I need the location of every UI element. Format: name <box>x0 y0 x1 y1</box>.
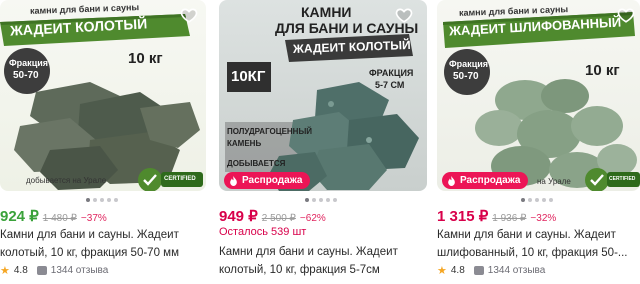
rating-value: 4.8 <box>13 265 28 276</box>
product-image[interactable]: камни для бани и сауны ЖАДЕИТ КОЛОТЫЙ Фр… <box>0 0 206 191</box>
image-fraction-value: 5-7 СМ <box>375 80 405 90</box>
old-price: 1 480 ₽ <box>42 213 77 224</box>
pagination-dot[interactable] <box>86 198 90 202</box>
product-title[interactable]: Камни для бани и сауны. Жадеит колотый, … <box>0 226 206 262</box>
discount: −37% <box>80 213 107 224</box>
discount: −32% <box>530 213 557 224</box>
price-row: 1 315 ₽ 1 936 ₽ −32% <box>437 207 556 225</box>
image-fraction-label: Фракция <box>449 59 489 69</box>
pagination-dot[interactable] <box>333 198 337 202</box>
pagination-dot[interactable] <box>312 198 316 202</box>
product-card[interactable]: камни для бани и сауны ЖАДЕИТ КОЛОТЫЙ Фр… <box>0 0 206 284</box>
pagination-dot[interactable] <box>114 198 118 202</box>
pagination-dot[interactable] <box>93 198 97 202</box>
comment-icon <box>473 266 484 275</box>
image-fraction-value: 50-70 <box>453 71 479 82</box>
image-certified: CERTIFIED <box>609 176 636 182</box>
product-image[interactable]: КАМНИ ДЛЯ БАНИ И САУНЫ ЖАДЕИТ КОЛОТЫЙ 10… <box>219 0 427 191</box>
product-image[interactable]: камни для бани и сауны ЖАДЕИТ ШЛИФОВАННЫ… <box>437 0 640 191</box>
image-fraction-label: ФРАКЦИЯ <box>369 68 414 78</box>
image-note-line2: КАМЕНЬ <box>227 139 262 148</box>
image-origin: добывается на Урале <box>26 176 107 185</box>
image-pagination[interactable] <box>305 198 337 202</box>
discount: −62% <box>299 213 326 224</box>
sale-badge: Распродажа <box>442 172 529 189</box>
pagination-dot[interactable] <box>528 198 532 202</box>
star-icon: ★ <box>0 265 10 277</box>
pagination-dot[interactable] <box>319 198 323 202</box>
sale-badge-text: Распродажа <box>242 175 303 186</box>
heart-icon[interactable] <box>395 6 413 24</box>
reviews-count: 1344 отзыва <box>487 265 546 276</box>
image-fraction-value: 50-70 <box>13 70 39 81</box>
pagination-dot[interactable] <box>535 198 539 202</box>
heart-icon[interactable] <box>180 6 198 24</box>
product-title[interactable]: Камни для бани и сауны. Жадеит колотый, … <box>219 243 427 279</box>
price: 949 ₽ <box>219 208 258 225</box>
image-title-line1: КАМНИ <box>301 4 352 20</box>
image-weight: 10КГ <box>231 68 266 85</box>
old-price: 2 500 ₽ <box>261 213 296 224</box>
pagination-dot[interactable] <box>305 198 309 202</box>
reviews-count: 1344 отзыва <box>50 265 109 276</box>
pagination-dot[interactable] <box>542 198 546 202</box>
sale-badge: Распродажа <box>224 172 311 189</box>
old-price: 1 936 ₽ <box>492 213 527 224</box>
product-title[interactable]: Камни для бани и сауны. Жадеит шлифованн… <box>437 226 640 262</box>
price-row: 949 ₽ 2 500 ₽ −62% <box>219 207 326 225</box>
flame-icon <box>448 175 455 186</box>
price-row: 924 ₽ 1 480 ₽ −37% <box>0 207 107 225</box>
pagination-dot[interactable] <box>107 198 111 202</box>
rating-value: 4.8 <box>450 265 465 276</box>
flame-icon <box>230 175 237 186</box>
image-note-line3: ДОБЫВАЕТСЯ <box>227 159 286 168</box>
pagination-dot[interactable] <box>549 198 553 202</box>
stock-left: Осталось 539 шт <box>219 226 307 238</box>
image-certified: CERTIFIED <box>164 176 196 182</box>
heart-icon[interactable] <box>617 6 635 24</box>
price: 924 ₽ <box>0 208 39 225</box>
image-note-line1: ПОЛУДРАГОЦЕННЫЙ <box>227 127 313 136</box>
image-weight: 10 кг <box>585 62 620 79</box>
image-weight: 10 кг <box>128 50 163 67</box>
image-pagination[interactable] <box>521 198 553 202</box>
pagination-dot[interactable] <box>521 198 525 202</box>
price: 1 315 ₽ <box>437 208 489 225</box>
rating-row[interactable]: ★ 4.8 1344 отзыва <box>437 264 545 277</box>
image-pagination[interactable] <box>86 198 118 202</box>
image-fraction-label: Фракция <box>9 58 49 68</box>
product-card[interactable]: КАМНИ ДЛЯ БАНИ И САУНЫ ЖАДЕИТ КОЛОТЫЙ 10… <box>219 0 427 284</box>
comment-icon <box>36 266 47 275</box>
star-icon: ★ <box>437 265 447 277</box>
product-grid: камни для бани и сауны ЖАДЕИТ КОЛОТЫЙ Фр… <box>0 0 640 284</box>
sale-badge-text: Распродажа <box>460 175 521 186</box>
pagination-dot[interactable] <box>326 198 330 202</box>
image-origin: на Урале <box>537 177 571 186</box>
pagination-dot[interactable] <box>100 198 104 202</box>
product-card[interactable]: камни для бани и сауны ЖАДЕИТ ШЛИФОВАННЫ… <box>437 0 640 284</box>
rating-row[interactable]: ★ 4.8 1344 отзыва <box>0 264 108 277</box>
